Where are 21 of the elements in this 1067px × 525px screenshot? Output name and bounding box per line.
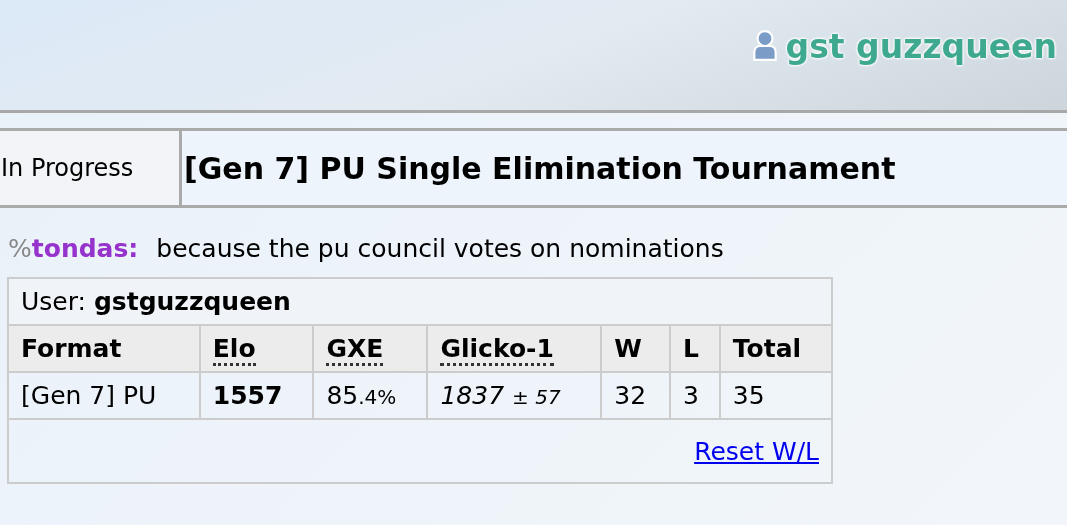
table-cell: 32 bbox=[601, 372, 670, 419]
chat-message: because the pu council votes on nominations bbox=[156, 234, 724, 263]
table-cell: 35 bbox=[719, 372, 832, 419]
table-cell: 85.4% bbox=[313, 372, 428, 419]
table-cell: User: gstguzzqueen bbox=[8, 278, 832, 325]
user-icon bbox=[751, 30, 778, 62]
chat-username[interactable]: tondas: bbox=[31, 234, 139, 263]
column-header: GXE bbox=[313, 325, 428, 372]
chat-rank: % bbox=[8, 234, 32, 263]
column-header: W bbox=[601, 325, 670, 372]
column-header: L bbox=[669, 325, 720, 372]
table-cell: 1837 ± 57 bbox=[427, 372, 602, 419]
table-cell: 3 bbox=[669, 372, 720, 419]
tournament-status: In Progress bbox=[0, 131, 182, 205]
column-header: Format bbox=[8, 325, 200, 372]
table-cell: 1557 bbox=[199, 372, 314, 419]
table-cell: [Gen 7] PU bbox=[8, 372, 200, 419]
reset-link[interactable]: Reset W/L bbox=[694, 436, 819, 466]
column-header: Glicko-1 bbox=[427, 325, 602, 372]
column-header: Total bbox=[719, 325, 832, 372]
column-header: Elo bbox=[199, 325, 314, 372]
